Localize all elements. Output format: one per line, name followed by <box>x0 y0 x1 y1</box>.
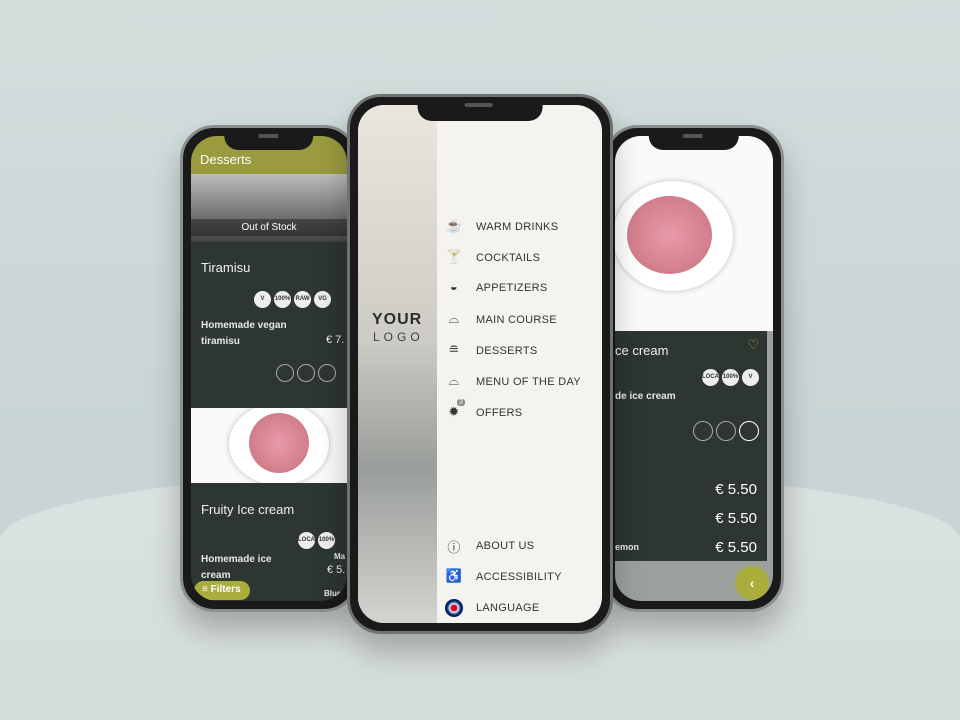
tiramisu-image: Out of Stock <box>191 174 347 242</box>
badge: V <box>254 291 271 308</box>
offer-badge-icon: ✹ <box>448 404 460 419</box>
item-description: Homemade ice cream <box>201 554 272 581</box>
out-of-stock-label: Out of Stock <box>191 219 347 236</box>
phone-notch <box>648 128 740 150</box>
variant-label: Ma <box>334 552 346 561</box>
allergen-icons <box>690 421 759 446</box>
phone-notch <box>417 97 543 121</box>
item-price: € 5. <box>327 564 346 576</box>
accessibility-icon: ♿ <box>445 568 463 583</box>
badge-row: LOCAL100% V <box>699 365 759 386</box>
center-phone: YOUR LOGO ☕ WARM DRINKS 🍸 COCKTAILS ◒ APPET… <box>347 94 613 634</box>
badge: 100% <box>318 532 335 549</box>
variant-label: emon <box>615 542 640 552</box>
info-icon: ⓘ <box>447 540 461 555</box>
bowl-icon: ◒ <box>449 279 459 294</box>
ice-cream-image <box>191 408 347 483</box>
favorite-heart-icon[interactable]: ♡ <box>747 337 759 353</box>
cloche-icon: ⌓ <box>448 311 460 326</box>
badge: RAW <box>294 291 311 308</box>
cocktail-icon: 🍸 <box>445 249 463 264</box>
cup-icon: ☕ <box>445 218 463 233</box>
badge: LOCAL <box>702 369 723 386</box>
allergen-icons <box>273 364 336 387</box>
logo-subtitle: LOGO <box>373 330 424 344</box>
filters-label: Filters <box>210 584 241 595</box>
back-button[interactable]: ‹ <box>735 566 769 600</box>
price: € 5.50 <box>715 481 757 498</box>
item-name[interactable]: Fruity Ice cream <box>201 502 294 517</box>
item-detail-screen: ce cream ♡ LOCAL100% V de ice cream € 5.5… <box>615 136 773 601</box>
desserts-screen: Desserts Out of Stock Tiramisu V 100% RAW V… <box>191 136 347 601</box>
filters-button[interactable]: ≡ Filters <box>194 581 250 600</box>
item-price: € 7. <box>326 334 345 346</box>
ice-cream-image <box>615 136 773 331</box>
item-card: ce cream ♡ LOCAL100% V de ice cream € 5.5… <box>615 331 767 561</box>
cake-icon: ≘ <box>448 342 460 357</box>
right-phone: ce cream ♡ LOCAL100% V de ice cream € 5.5… <box>604 125 784 612</box>
offers-count-badge: 3 <box>457 399 466 406</box>
menu-screen: YOUR LOGO ☕ WARM DRINKS 🍸 COCKTAILS ◒ APPET… <box>358 105 602 623</box>
badge: 100% <box>722 369 739 386</box>
phone-notch <box>224 128 314 150</box>
logo: YOUR <box>372 311 423 328</box>
item-description: Homemade vegan tiramisu <box>201 320 287 347</box>
cloche-icon: ⌓ <box>448 373 460 388</box>
badge-row: LOCAL100% <box>295 528 335 549</box>
item-name: ce cream <box>615 343 669 358</box>
item-name[interactable]: Tiramisu <box>201 260 250 275</box>
price: € 5.50 <box>715 510 757 527</box>
left-phone: Desserts Out of Stock Tiramisu V 100% RAW V… <box>180 125 358 612</box>
variant-label: Blueb <box>324 589 347 598</box>
badge: VG <box>314 291 331 308</box>
price: € 5.50 <box>715 539 757 556</box>
badge: LOCAL <box>298 532 319 549</box>
item-description: de ice cream <box>615 391 676 402</box>
background-photo <box>358 105 437 623</box>
badge: V <box>742 369 759 386</box>
badge: 100% <box>274 291 291 308</box>
badge-row: V 100% RAW VG <box>251 287 331 308</box>
uk-flag-icon <box>444 599 464 620</box>
